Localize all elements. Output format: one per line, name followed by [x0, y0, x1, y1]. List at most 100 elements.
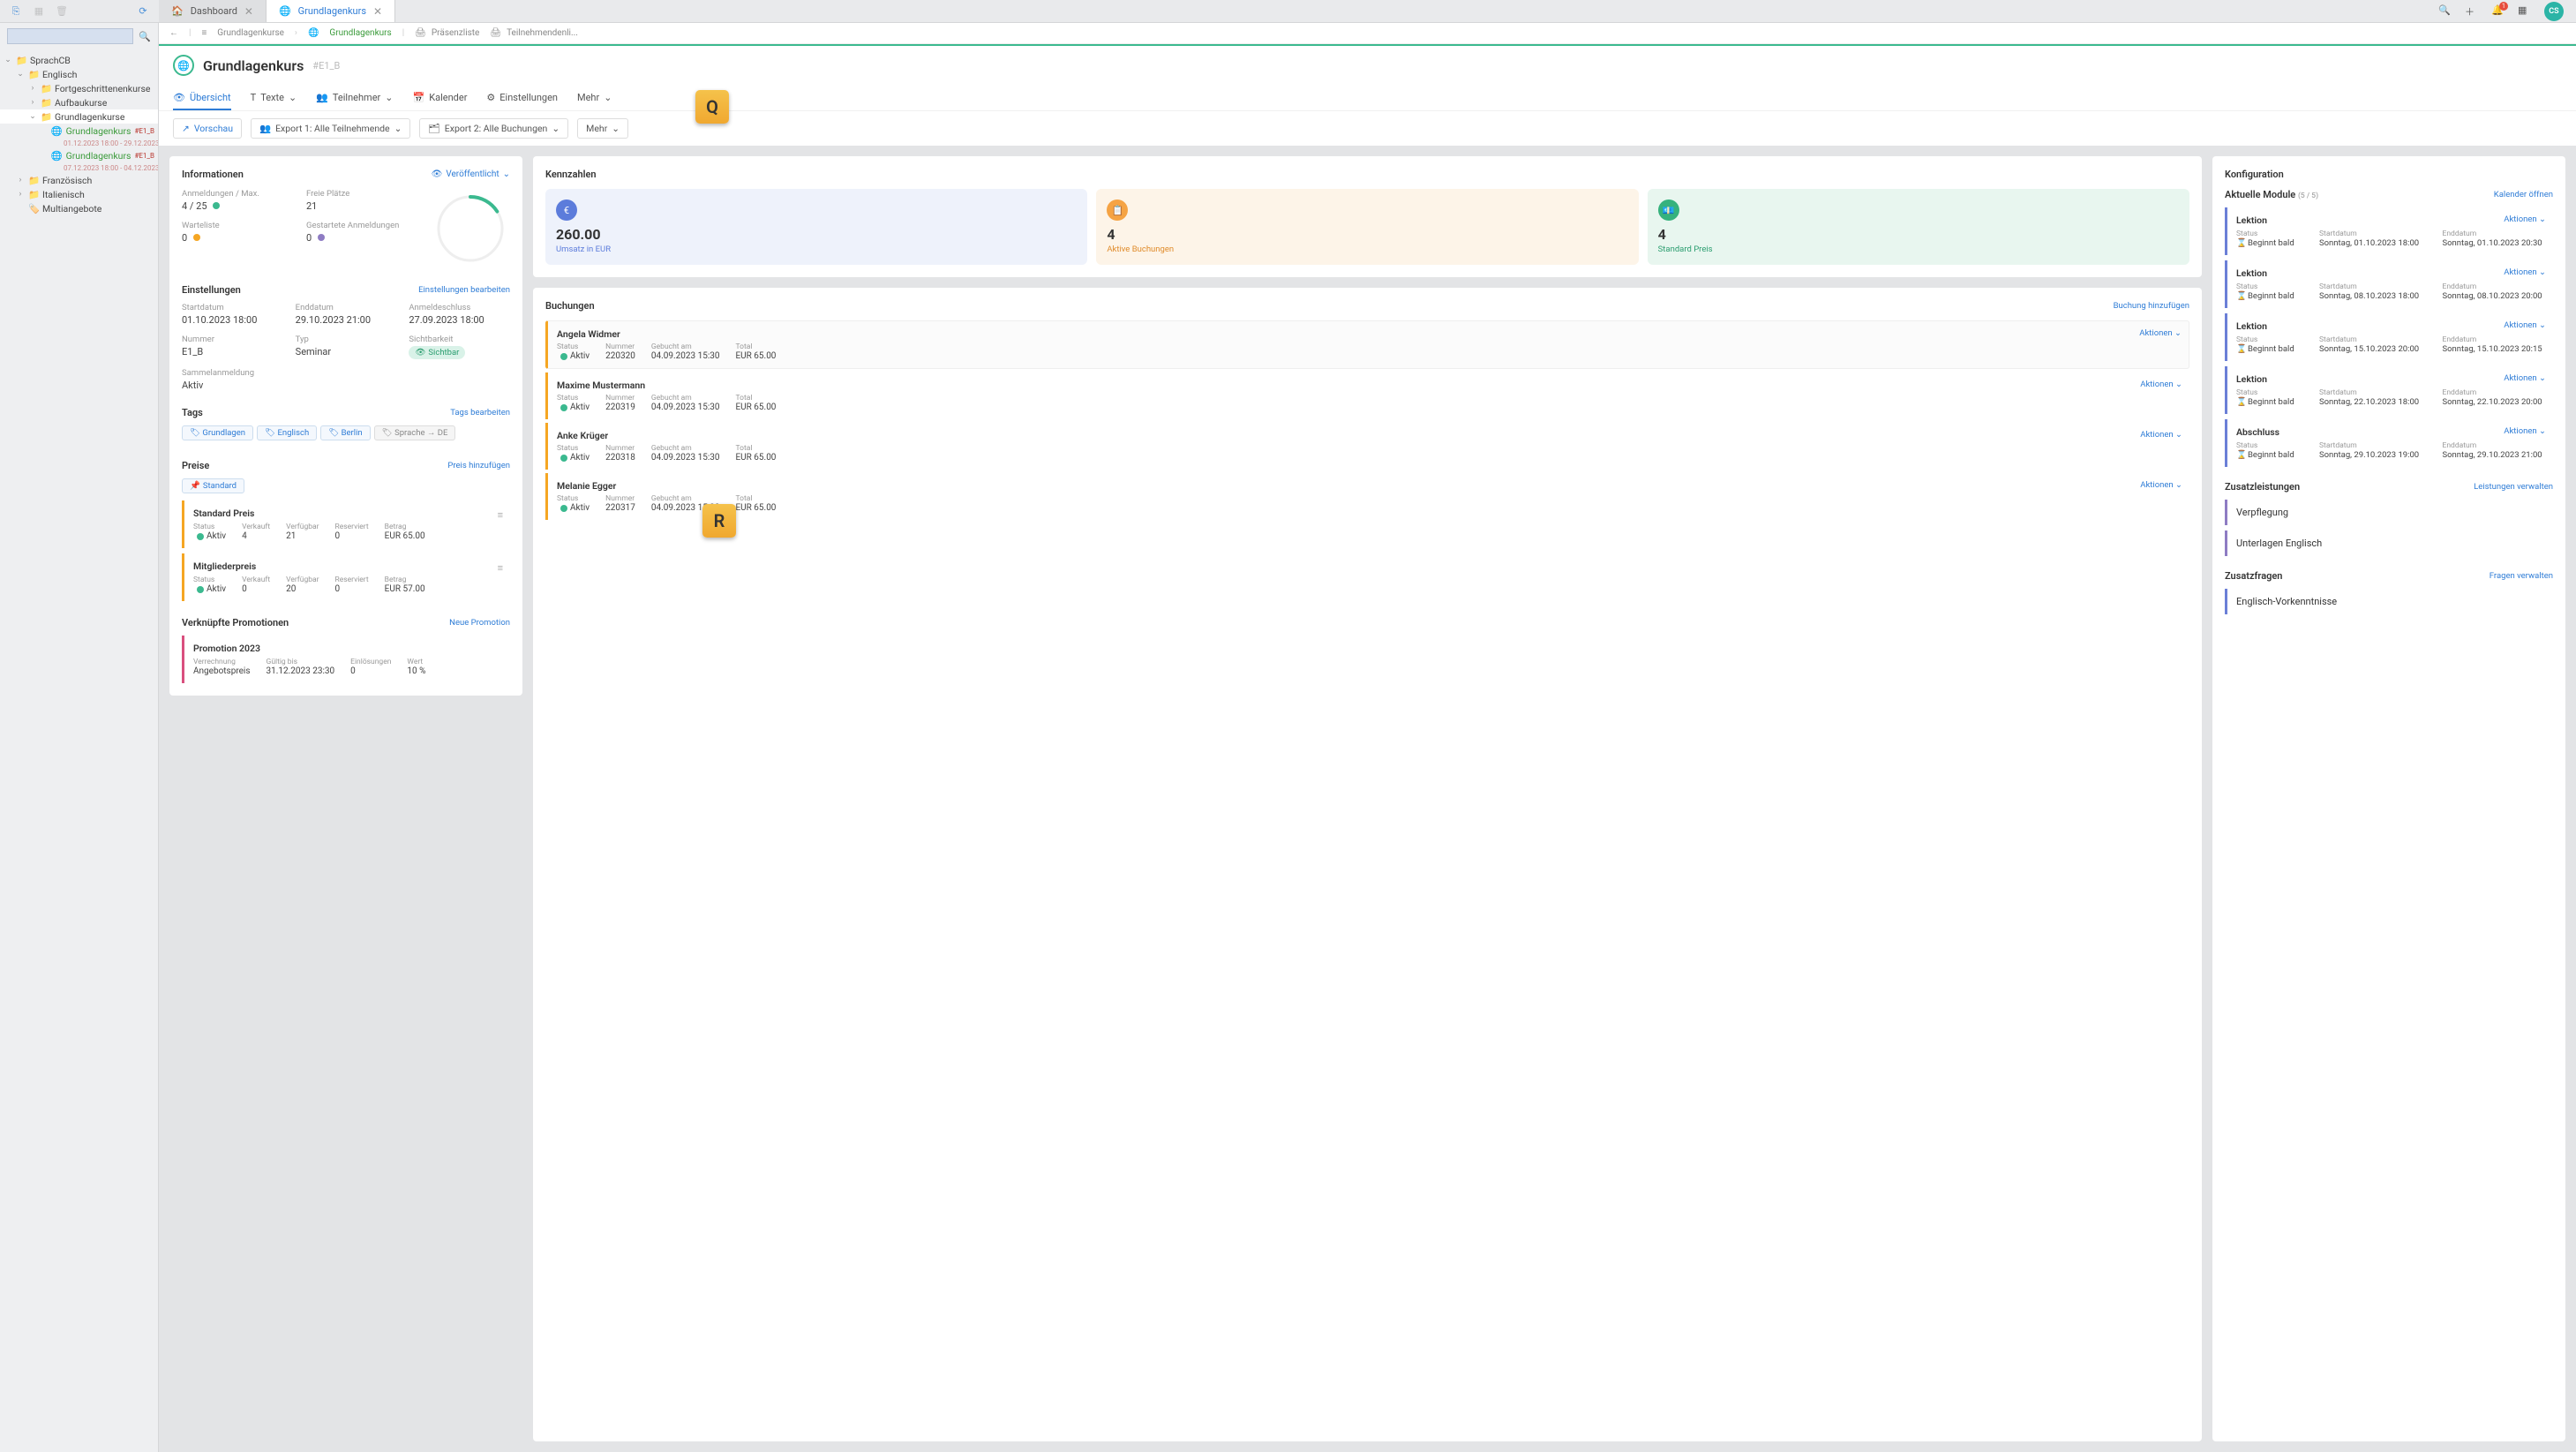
calendar-open-link[interactable]: Kalender öffnen — [2494, 190, 2553, 199]
module-actions[interactable]: Aktionen ⌄ — [2504, 426, 2546, 436]
nav-tab-übersicht[interactable]: 👁Übersicht — [173, 87, 231, 110]
kpi-icon: € — [556, 199, 577, 221]
tab-title: Grundlagenkurs — [298, 5, 366, 17]
booking-actions[interactable]: Aktionen ⌄ — [2140, 430, 2182, 440]
button-label: Export 1: Alle Teilnehmende — [275, 123, 390, 134]
refresh-icon[interactable]: ⟳ — [136, 4, 150, 19]
tree-node[interactable]: 🏷️Multiangebote — [0, 201, 158, 215]
tree-icon[interactable]: ⎘ — [9, 4, 23, 19]
close-icon[interactable]: ✕ — [373, 5, 382, 18]
booking-item[interactable]: Anke Krüger StatusAktiv Nummer220318 Geb… — [545, 423, 2189, 470]
trash-icon[interactable]: 🗑 — [55, 4, 69, 19]
search-icon[interactable]: 🔍 — [2438, 4, 2452, 19]
price-item[interactable]: Mitgliederpreis StatusAktiv Verkauft0 Ve… — [182, 553, 510, 601]
tag[interactable]: 🏷 Englisch — [257, 425, 317, 440]
module-item[interactable]: Lektion Status⌛Beginnt bald StartdatumSo… — [2225, 366, 2553, 414]
price-item[interactable]: Standard Preis StatusAktiv Verkauft4 Ver… — [182, 500, 510, 548]
booking-actions[interactable]: Aktionen ⌄ — [2140, 480, 2182, 490]
promo-add-link[interactable]: Neue Promotion — [449, 618, 510, 628]
module-actions[interactable]: Aktionen ⌄ — [2504, 320, 2546, 330]
tab-grundlagenkurs[interactable]: 🌐 Grundlagenkurs ✕ — [267, 0, 395, 22]
field-value: 31.12.2023 23:30 — [267, 666, 335, 676]
publish-status[interactable]: 👁Veröffentlicht⌄ — [432, 169, 510, 179]
hourglass-icon: ⌛ — [2236, 450, 2245, 460]
field-value: 0 — [306, 232, 413, 244]
toolbar-button[interactable]: ↗ Vorschau — [173, 118, 242, 139]
module-actions[interactable]: Aktionen ⌄ — [2504, 267, 2546, 277]
toolbar-button[interactable]: 🗂Export 2: Alle Buchungen ⌄ — [419, 118, 568, 139]
booking-item[interactable]: Melanie Egger StatusAktiv Nummer220317 G… — [545, 473, 2189, 520]
drag-handle-icon[interactable]: ≡ — [498, 562, 503, 574]
toolbar-button[interactable]: Mehr ⌄ — [577, 118, 628, 139]
booking-actions[interactable]: Aktionen ⌄ — [2140, 380, 2182, 389]
search-icon[interactable]: 🔍 — [139, 29, 151, 43]
nav-tab-kalender[interactable]: 📅Kalender — [412, 87, 467, 110]
add-icon[interactable]: ＋ — [2465, 4, 2479, 19]
tree-node[interactable]: 🌐Grundlagenkurs #E1_B — [0, 124, 158, 138]
booking-add-link[interactable]: Buchung hinzufügen — [2114, 301, 2189, 311]
booking-item[interactable]: Angela Widmer StatusAktiv Nummer220320 G… — [545, 320, 2189, 369]
crumb-parent[interactable]: Grundlagenkurse — [217, 28, 284, 38]
tag[interactable]: 🏷 Berlin — [320, 425, 370, 440]
extras-title: Zusatzleistungen — [2225, 481, 2300, 493]
tree-search-input[interactable] — [7, 28, 133, 44]
field-label: Freie Plätze — [306, 189, 413, 199]
questions-manage-link[interactable]: Fragen verwalten — [2490, 571, 2553, 581]
drag-handle-icon[interactable]: ≡ — [498, 509, 503, 521]
toolbar-button[interactable]: 👥Export 1: Alle Teilnehmende ⌄ — [251, 118, 410, 139]
field-value: 👁 Sichtbar — [409, 346, 510, 359]
module-name: Lektion — [2236, 267, 2544, 279]
tags-edit-link[interactable]: Tags bearbeiten — [450, 408, 510, 418]
button-icon: ↗ — [182, 123, 190, 134]
nav-tab-mehr[interactable]: Mehr ⌄ — [577, 87, 612, 110]
tree-node[interactable]: ⌄📁Grundlagenkurse — [0, 109, 158, 124]
module-actions[interactable]: Aktionen ⌄ — [2504, 214, 2546, 224]
extra-item[interactable]: Unterlagen Englisch — [2225, 530, 2553, 556]
bell-icon[interactable]: 🔔1 — [2491, 4, 2505, 19]
copy-icon[interactable]: ▦ — [32, 4, 46, 19]
booking-name: Maxime Mustermann — [557, 380, 2181, 391]
module-item[interactable]: Lektion Status⌛Beginnt bald StartdatumSo… — [2225, 207, 2553, 255]
button-label: Vorschau — [194, 123, 233, 134]
crumb-action[interactable]: 🖨Teilnehmendenli... — [490, 28, 578, 38]
questions-title: Zusatzfragen — [2225, 570, 2282, 582]
nav-tab-teilnehmer[interactable]: 👥Teilnehmer ⌄ — [316, 87, 393, 110]
crumb-action[interactable]: 🖨Präsenzliste — [415, 28, 479, 38]
module-item[interactable]: Lektion Status⌛Beginnt bald StartdatumSo… — [2225, 260, 2553, 308]
tree-node[interactable]: ⌄📁SprachCB — [0, 53, 158, 67]
tree-node[interactable]: ⌄📁Englisch — [0, 67, 158, 81]
apps-icon[interactable]: ▦ — [2518, 4, 2532, 19]
kpi-value: 260.00 — [556, 226, 1077, 243]
extras-manage-link[interactable]: Leistungen verwalten — [2474, 482, 2553, 492]
tree-node[interactable]: 🌐Grundlagenkurs #E1_B — [0, 148, 158, 162]
extra-item[interactable]: Verpflegung — [2225, 500, 2553, 525]
module-actions[interactable]: Aktionen ⌄ — [2504, 373, 2546, 383]
close-icon[interactable]: ✕ — [244, 5, 253, 18]
question-item[interactable]: Englisch-Vorkenntnisse — [2225, 589, 2553, 614]
prices-title: Preise — [182, 460, 209, 471]
avatar[interactable]: CS — [2544, 2, 2564, 21]
toolbar: ↗ Vorschau 👥Export 1: Alle Teilnehmende ⌄ 🗂… — [159, 110, 2576, 146]
sidebar: 🔍 ⌄📁SprachCB⌄📁Englisch›📁Fortgeschrittene… — [0, 23, 159, 1452]
field-label: Gültig bis — [267, 658, 335, 666]
nav-tab-texte[interactable]: TTexte ⌄ — [251, 87, 297, 110]
tree-node[interactable]: ›📁Fortgeschrittenenkurse — [0, 81, 158, 95]
bookings-card: BuchungenBuchung hinzufügen Angela Widme… — [533, 288, 2202, 1441]
module-item[interactable]: Abschluss Status⌛Beginnt bald Startdatum… — [2225, 419, 2553, 467]
tag[interactable]: 🏷 Sprache → DE — [374, 425, 456, 440]
booking-item[interactable]: Maxime Mustermann StatusAktiv Nummer2203… — [545, 372, 2189, 419]
back-icon[interactable]: ← — [169, 28, 178, 38]
tag[interactable]: 🏷 Grundlagen — [182, 425, 253, 440]
tree-node[interactable]: ›📁Französisch — [0, 173, 158, 187]
promo-item[interactable]: Promotion 2023 VerrechnungAngebotspreis … — [182, 636, 510, 683]
tab-dashboard[interactable]: 🏠Dashboard✕ — [159, 0, 267, 22]
price-add-link[interactable]: Preis hinzufügen — [447, 461, 510, 470]
module-item[interactable]: Lektion Status⌛Beginnt bald StartdatumSo… — [2225, 313, 2553, 361]
tree-node[interactable]: ›📁Italienisch — [0, 187, 158, 201]
booking-actions[interactable]: Aktionen ⌄ — [2139, 328, 2182, 338]
nav-tab-einstellungen[interactable]: ⚙Einstellungen — [486, 87, 558, 110]
tree-node[interactable]: ›📁Aufbaukurse — [0, 95, 158, 109]
settings-edit-link[interactable]: Einstellungen bearbeiten — [418, 285, 510, 295]
field-label: Wert — [407, 658, 425, 666]
tab-icon: 🌐 — [279, 5, 291, 17]
